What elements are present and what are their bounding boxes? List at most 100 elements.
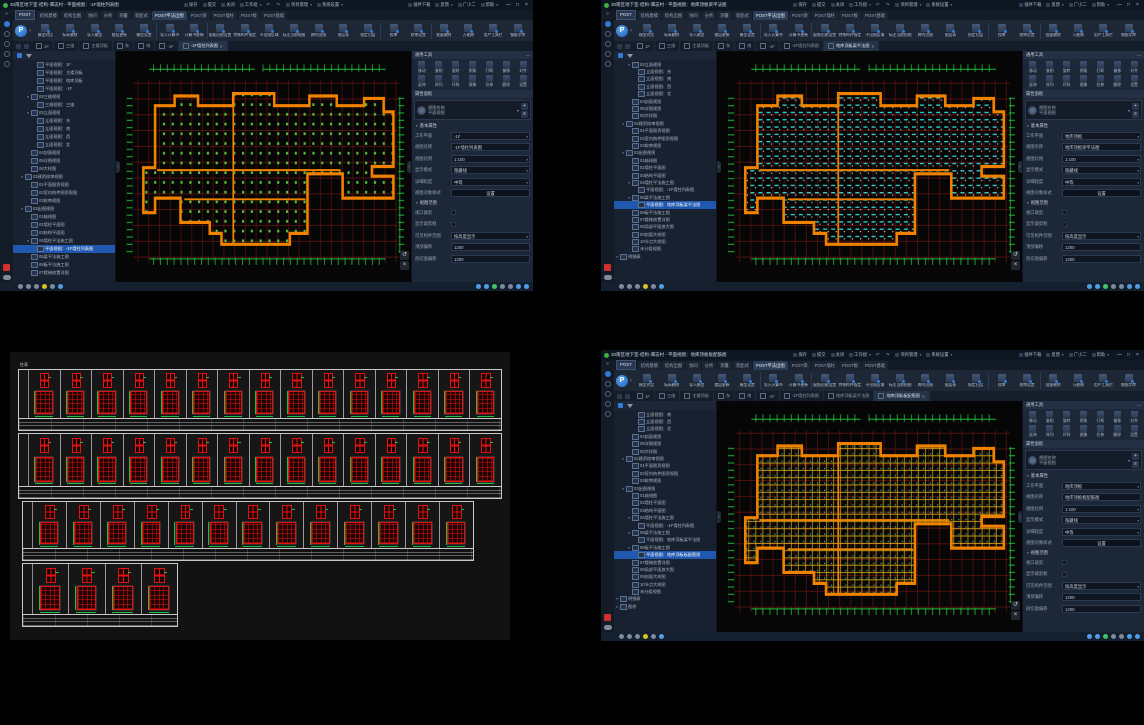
- column-detail-cell[interactable]: [344, 370, 376, 418]
- zoom-in-icon[interactable]: [627, 284, 632, 289]
- common-tool-button[interactable]: 环阵: [1059, 425, 1075, 438]
- display-mode-icon[interactable]: [651, 284, 656, 289]
- save-status-icon[interactable]: [1127, 634, 1132, 639]
- property-control[interactable]: 地库顶板板配筋图: [1062, 493, 1141, 501]
- add-property-button[interactable]: +: [1132, 103, 1139, 110]
- ribbon-button[interactable]: 特殊构件指定: [837, 20, 862, 41]
- post-menu-button[interactable]: POST: [616, 10, 636, 20]
- compass-icon[interactable]: [605, 381, 611, 387]
- view-tab[interactable]: -1F×: [756, 41, 779, 51]
- ribbon-tab[interactable]: 结构出图: [61, 11, 84, 20]
- common-tool-button[interactable]: 拉伸: [481, 75, 497, 88]
- link-icon[interactable]: [1087, 284, 1092, 289]
- property-control[interactable]: 地库顶板梁平法图: [1062, 143, 1141, 151]
- common-tool-button[interactable]: 复制: [1042, 61, 1058, 74]
- column-detail-cell[interactable]: [250, 434, 282, 486]
- save-status-icon[interactable]: [516, 284, 521, 289]
- ribbon-button[interactable]: 图层表: [938, 20, 963, 41]
- layers-icon[interactable]: [484, 284, 489, 289]
- view-type-selector[interactable]: 视图名称平面视图 ▾ +≡: [1025, 100, 1142, 120]
- notification-badge[interactable]: [604, 264, 611, 271]
- property-control[interactable]: 1:100: [451, 155, 530, 163]
- post-logo[interactable]: P: [616, 375, 628, 387]
- zoom-extents-icon[interactable]: [635, 634, 640, 639]
- common-tool-button[interactable]: 偏移: [498, 61, 514, 74]
- ribbon-button[interactable]: 校审设置: [1014, 370, 1039, 391]
- common-tool-button[interactable]: 设置: [1126, 75, 1142, 88]
- column-detail-cell[interactable]: [407, 370, 439, 418]
- common-tool-button[interactable]: 对齐: [515, 61, 531, 74]
- link-icon[interactable]: [476, 284, 481, 289]
- tree-item[interactable]: 02墙柱平面图: [614, 500, 716, 507]
- tree-item[interactable]: 平面视图：-1F墙柱列表图: [614, 187, 716, 194]
- property-control[interactable]: -1F: [451, 132, 530, 140]
- properties-header[interactable]: 属性面板: [1023, 90, 1144, 98]
- tree-item[interactable]: 02三维视图: [13, 93, 115, 101]
- tree-item[interactable]: 平面视图：1F: [13, 61, 115, 69]
- view-tab[interactable]: 1F×: [32, 41, 54, 51]
- tree-item[interactable]: 平面视图：主楼顶板: [13, 69, 115, 77]
- property-list-button[interactable]: ≡: [521, 111, 528, 118]
- column-detail-cell[interactable]: [440, 502, 473, 548]
- filter-icon[interactable]: [627, 54, 633, 58]
- post-indicator-icon[interactable]: [4, 21, 10, 27]
- property-control[interactable]: 1200: [1062, 605, 1141, 613]
- tree-item[interactable]: 04剖面视图: [13, 149, 115, 157]
- close-window-button[interactable]: ×: [1134, 2, 1141, 8]
- column-detail-cell[interactable]: [187, 434, 219, 486]
- ribbon-tab[interactable]: 测量: [717, 11, 732, 20]
- maximize-button[interactable]: □: [514, 2, 521, 8]
- property-control[interactable]: 1:100: [1062, 505, 1141, 513]
- ribbon-button[interactable]: 用户工具栏: [481, 20, 506, 41]
- add-property-button[interactable]: +: [521, 103, 528, 110]
- property-control[interactable]: 隐藏线: [1062, 516, 1141, 524]
- annotate-icon[interactable]: [4, 41, 10, 47]
- view-tab[interactable]: 1F×: [633, 391, 655, 401]
- layers-icon[interactable]: [1095, 284, 1100, 289]
- tree-item[interactable]: 09剖面大样图: [614, 231, 716, 238]
- ribbon-button[interactable]: 模型对比: [634, 370, 659, 391]
- tree-item[interactable]: 02墙柱平面图: [13, 221, 115, 229]
- ribbon-button[interactable]: 模型设置: [735, 370, 760, 391]
- compass-icon[interactable]: [4, 31, 10, 37]
- view-settings-icon[interactable]: [625, 44, 630, 49]
- titlebar-menu-item[interactable]: 插件下载: [408, 2, 430, 8]
- view-grid-icon[interactable]: [16, 44, 21, 49]
- column-detail-cell[interactable]: [106, 564, 142, 614]
- view-grid-icon[interactable]: [617, 394, 622, 399]
- ortho-icon[interactable]: [1119, 284, 1124, 289]
- common-tool-button[interactable]: 复制: [1042, 411, 1058, 424]
- close-view-icon[interactable]: ×: [871, 44, 874, 49]
- tree-item[interactable]: 图纸: [614, 603, 716, 610]
- property-control[interactable]: [451, 210, 456, 215]
- tree-item[interactable]: 02建资校审视图: [614, 120, 716, 127]
- ribbon-tab[interactable]: POST墙柱: [812, 11, 838, 20]
- column-detail-cell[interactable]: [135, 502, 169, 548]
- column-detail-cell[interactable]: [406, 502, 440, 548]
- common-tool-button[interactable]: 镜像: [1076, 425, 1092, 438]
- ribbon-button[interactable]: 导入模型: [684, 20, 709, 41]
- column-detail-cell[interactable]: [304, 502, 338, 548]
- help-circle-icon[interactable]: [4, 61, 10, 67]
- common-tool-button[interactable]: 打断: [481, 61, 497, 74]
- post-menu-button[interactable]: POST: [616, 360, 636, 370]
- ribbon-button[interactable]: 楼层更新: [107, 20, 132, 41]
- titlebar-menu-item[interactable]: 系统设置: [926, 2, 952, 8]
- bulb-icon[interactable]: [643, 634, 648, 639]
- help-circle-icon[interactable]: [605, 61, 611, 67]
- ribbon-tab[interactable]: 分析: [101, 11, 116, 20]
- titlebar-menu-item[interactable]: 广小二: [1069, 2, 1087, 8]
- panel-toggle-icon[interactable]: [618, 53, 623, 58]
- minimize-button[interactable]: —: [505, 2, 512, 8]
- drawing-canvas[interactable]: ‹ › ↺ ×: [116, 51, 411, 282]
- ribbon-button[interactable]: 图层表: [938, 370, 963, 391]
- tree-item[interactable]: 07楼梯放置详图: [614, 216, 716, 223]
- tree-item[interactable]: 立面视图：南: [614, 411, 716, 418]
- close-window-button[interactable]: ×: [1134, 352, 1141, 358]
- common-tool-button[interactable]: 设置: [1126, 425, 1142, 438]
- tree-item[interactable]: 立面视图：东: [614, 68, 716, 75]
- ribbon-tab[interactable]: 分析: [702, 11, 717, 20]
- collapse-tree-handle[interactable]: ‹: [116, 161, 120, 173]
- collapse-tree-handle[interactable]: ‹: [717, 161, 721, 173]
- view-tab[interactable]: 南×: [735, 391, 756, 401]
